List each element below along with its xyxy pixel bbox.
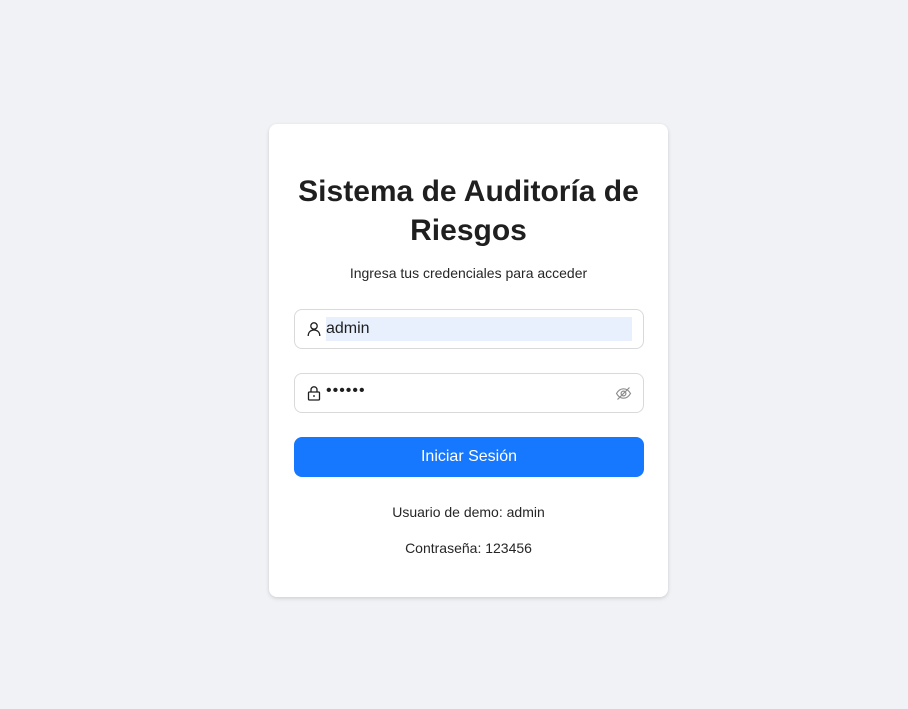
password-field[interactable]: ••••••	[294, 373, 644, 413]
login-button[interactable]: Iniciar Sesión	[294, 437, 644, 477]
password-input[interactable]: ••••••	[326, 382, 366, 400]
eye-invisible-icon[interactable]	[615, 385, 632, 402]
demo-password-hint: Contraseña: 123456	[405, 540, 532, 556]
demo-user-hint: Usuario de demo: admin	[392, 504, 545, 520]
user-icon	[306, 321, 322, 337]
username-field[interactable]	[294, 309, 644, 349]
login-subtitle: Ingresa tus credenciales para acceder	[349, 265, 588, 281]
username-input[interactable]	[326, 317, 596, 341]
lock-icon	[306, 385, 322, 401]
login-card: Sistema de Auditoría de Riesgos Ingresa …	[269, 124, 668, 597]
page-title: Sistema de Auditoría de Riesgos	[298, 175, 639, 247]
